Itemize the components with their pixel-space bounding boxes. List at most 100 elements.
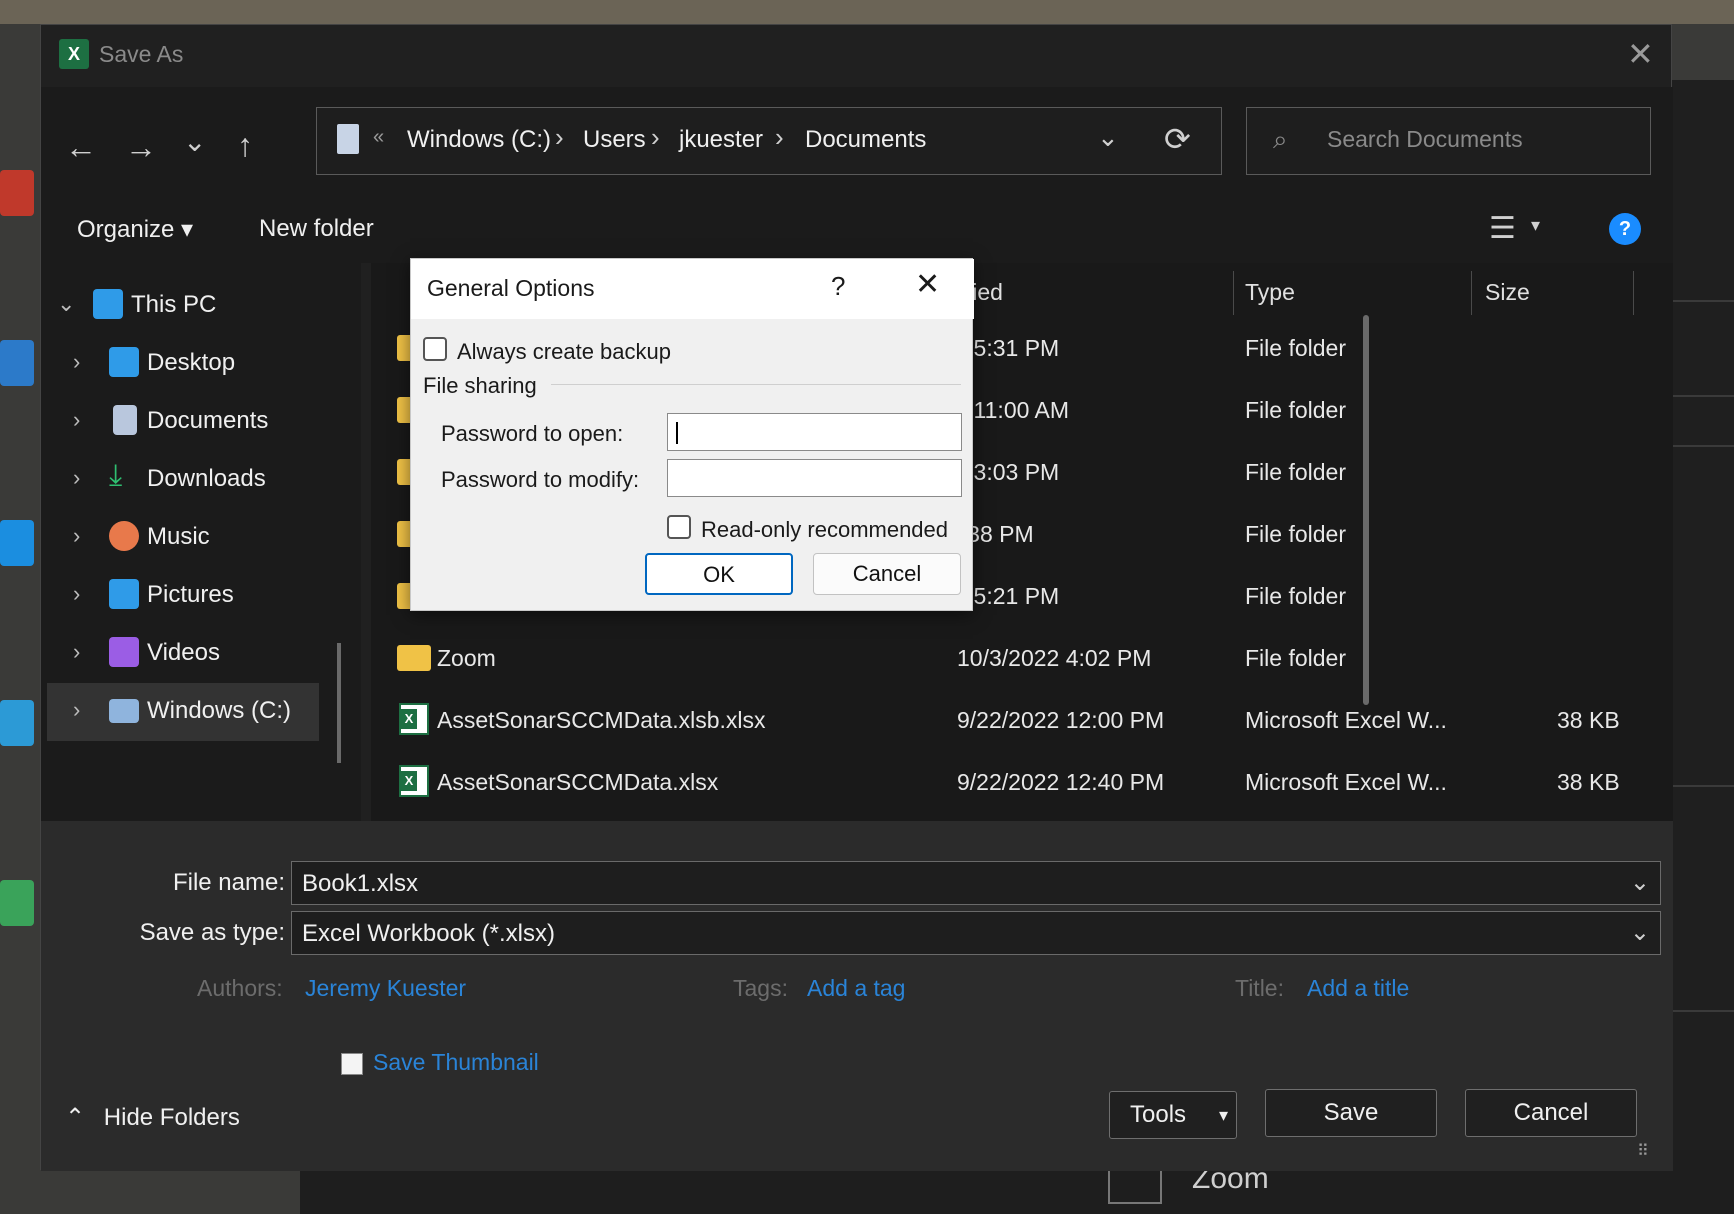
chevron-down-icon[interactable]: ▾ — [1531, 215, 1540, 236]
resize-grip-icon[interactable]: ⠿ — [1637, 1141, 1649, 1161]
breadcrumb-users[interactable]: Users — [583, 126, 646, 154]
column-header-size[interactable]: Size — [1485, 279, 1530, 306]
sidebar-item-this-pc[interactable]: ⌄ This PC — [41, 277, 361, 335]
file-name-value: Book1.xlsx — [302, 870, 419, 897]
downloads-icon: ⤓ — [109, 459, 123, 492]
file-sharing-heading: File sharing — [423, 373, 537, 398]
sidebar-item-windows-c[interactable]: › Windows (C:) — [47, 683, 319, 741]
sidebar-item-label: Downloads — [147, 465, 266, 492]
breadcrumb-chevron-icon[interactable]: › — [651, 122, 660, 153]
save-button[interactable]: Save — [1265, 1089, 1437, 1137]
file-modified: 9/22/2022 12:40 PM — [957, 769, 1165, 795]
sidebar-item-videos[interactable]: › Videos — [41, 625, 361, 683]
column-header-type[interactable]: Type — [1245, 279, 1295, 306]
save-thumbnail-checkbox[interactable] — [341, 1053, 363, 1075]
chevron-right-icon[interactable]: › — [73, 349, 80, 375]
sidebar-item-documents[interactable]: › Documents — [41, 393, 361, 451]
up-arrow-icon[interactable]: ↑ — [237, 127, 253, 164]
column-divider[interactable] — [1471, 271, 1472, 315]
recent-locations-icon[interactable]: ⌄ — [183, 125, 206, 158]
drive-icon — [109, 699, 139, 723]
desktop-app-icon[interactable] — [0, 340, 34, 386]
password-modify-input[interactable] — [667, 459, 962, 497]
desktop-app-icon[interactable] — [0, 700, 34, 746]
file-type: File folder — [1245, 335, 1346, 361]
password-open-input[interactable] — [667, 413, 962, 451]
tools-button[interactable]: Tools ▾ — [1109, 1091, 1237, 1139]
save-options-panel: File name: Book1.xlsx ⌄ Save as type: Ex… — [41, 821, 1673, 1171]
file-name-field[interactable]: Book1.xlsx ⌄ — [291, 861, 1661, 905]
chevron-right-icon[interactable]: › — [73, 407, 80, 433]
desktop-app-icon[interactable] — [0, 880, 34, 926]
sidebar-item-desktop[interactable]: › Desktop — [41, 335, 361, 393]
chevron-right-icon[interactable]: › — [73, 639, 80, 665]
chevron-right-icon[interactable]: › — [73, 697, 80, 723]
excel-file-icon: X — [399, 765, 429, 797]
chevron-down-icon[interactable]: ⌄ — [1630, 918, 1650, 947]
save-as-type-select[interactable]: Excel Workbook (*.xlsx) ⌄ — [291, 911, 1661, 955]
table-row[interactable]: X AssetSonarSCCMData.xlsb.xlsx 9/22/2022… — [371, 693, 1673, 749]
excel-file-icon: X — [399, 703, 429, 735]
sidebar-item-label: This PC — [131, 291, 217, 318]
close-icon[interactable]: ✕ — [915, 267, 940, 302]
table-row[interactable]: X AssetSonarSCCMData.xlsx 9/22/2022 12:4… — [371, 755, 1673, 811]
breadcrumb-jkuester[interactable]: jkuester — [679, 126, 763, 154]
breadcrumb-chevron-icon[interactable]: › — [775, 122, 784, 153]
read-only-label[interactable]: Read-only recommended — [701, 517, 948, 543]
breadcrumb-windows-c[interactable]: Windows (C:) — [407, 126, 551, 154]
chevron-down-icon[interactable]: ⌄ — [1630, 868, 1650, 897]
sidebar-scrollbar[interactable] — [337, 643, 341, 763]
tags-label: Tags: — [733, 975, 788, 1001]
column-divider[interactable] — [1633, 271, 1634, 315]
sidebar-item-label: Videos — [147, 639, 220, 666]
address-bar[interactable]: « Windows (C:) › Users › jkuester › Docu… — [316, 107, 1222, 175]
file-name: Zoom — [437, 645, 496, 671]
options-cancel-button[interactable]: Cancel — [813, 553, 961, 595]
breadcrumb-documents[interactable]: Documents — [805, 126, 926, 154]
authors-label: Authors: — [197, 975, 283, 1001]
desktop-icon — [109, 347, 139, 377]
breadcrumb-chevron-icon[interactable]: › — [555, 122, 564, 153]
file-type: Microsoft Excel W... — [1245, 769, 1447, 795]
always-backup-label[interactable]: Always create backup — [457, 339, 671, 365]
help-icon[interactable]: ? — [831, 271, 845, 302]
chevron-right-icon[interactable]: › — [73, 581, 80, 607]
address-dropdown-icon[interactable]: ⌄ — [1097, 122, 1119, 153]
close-icon[interactable]: ✕ — [1627, 35, 1654, 73]
hide-folders-button[interactable]: ⌃ Hide Folders — [65, 1103, 240, 1132]
sidebar-item-downloads[interactable]: › ⤓ Downloads — [41, 451, 361, 509]
always-backup-checkbox[interactable] — [423, 337, 447, 361]
save-thumbnail-label[interactable]: Save Thumbnail — [373, 1049, 539, 1076]
desktop-app-icon[interactable] — [0, 520, 34, 566]
organize-button[interactable]: Organize ▾ — [77, 215, 193, 244]
add-title-link[interactable]: Add a title — [1307, 975, 1409, 1002]
sidebar-item-pictures[interactable]: › Pictures — [41, 567, 361, 625]
new-folder-button[interactable]: New folder — [259, 215, 374, 243]
read-only-checkbox[interactable] — [667, 515, 691, 539]
file-list-scrollbar[interactable] — [1363, 315, 1369, 705]
overflow-chevron-icon[interactable]: « — [373, 126, 384, 149]
file-modified: 9/22/2022 12:00 PM — [957, 707, 1165, 733]
file-modified: 10/3/2022 4:02 PM — [957, 645, 1152, 671]
forward-arrow-icon[interactable]: → — [125, 129, 157, 166]
back-arrow-icon[interactable]: ← — [65, 129, 97, 166]
refresh-icon[interactable]: ⟳ — [1164, 120, 1191, 158]
view-options-icon[interactable]: ☰ — [1489, 211, 1516, 246]
help-icon[interactable]: ? — [1609, 213, 1641, 245]
general-options-dialog: General Options ? ✕ Always create backup… — [410, 258, 974, 611]
ok-button[interactable]: OK — [645, 553, 793, 595]
column-divider[interactable] — [1233, 271, 1234, 315]
cancel-button[interactable]: Cancel — [1465, 1089, 1637, 1137]
file-name-label: File name: — [172, 869, 285, 896]
chevron-right-icon[interactable]: › — [73, 465, 80, 491]
sidebar-item-music[interactable]: › Music — [41, 509, 361, 567]
password-open-label: Password to open: — [441, 421, 624, 446]
add-tag-link[interactable]: Add a tag — [807, 975, 905, 1002]
chevron-down-icon[interactable]: ⌄ — [57, 291, 75, 317]
table-row[interactable]: Zoom 10/3/2022 4:02 PM File folder — [371, 631, 1673, 687]
chevron-right-icon[interactable]: › — [73, 523, 80, 549]
search-input[interactable]: ⌕ Search Documents — [1246, 107, 1651, 175]
authors-link[interactable]: Jeremy Kuester — [305, 975, 466, 1002]
desktop-app-icon[interactable] — [0, 170, 34, 216]
folder-icon — [397, 645, 431, 671]
